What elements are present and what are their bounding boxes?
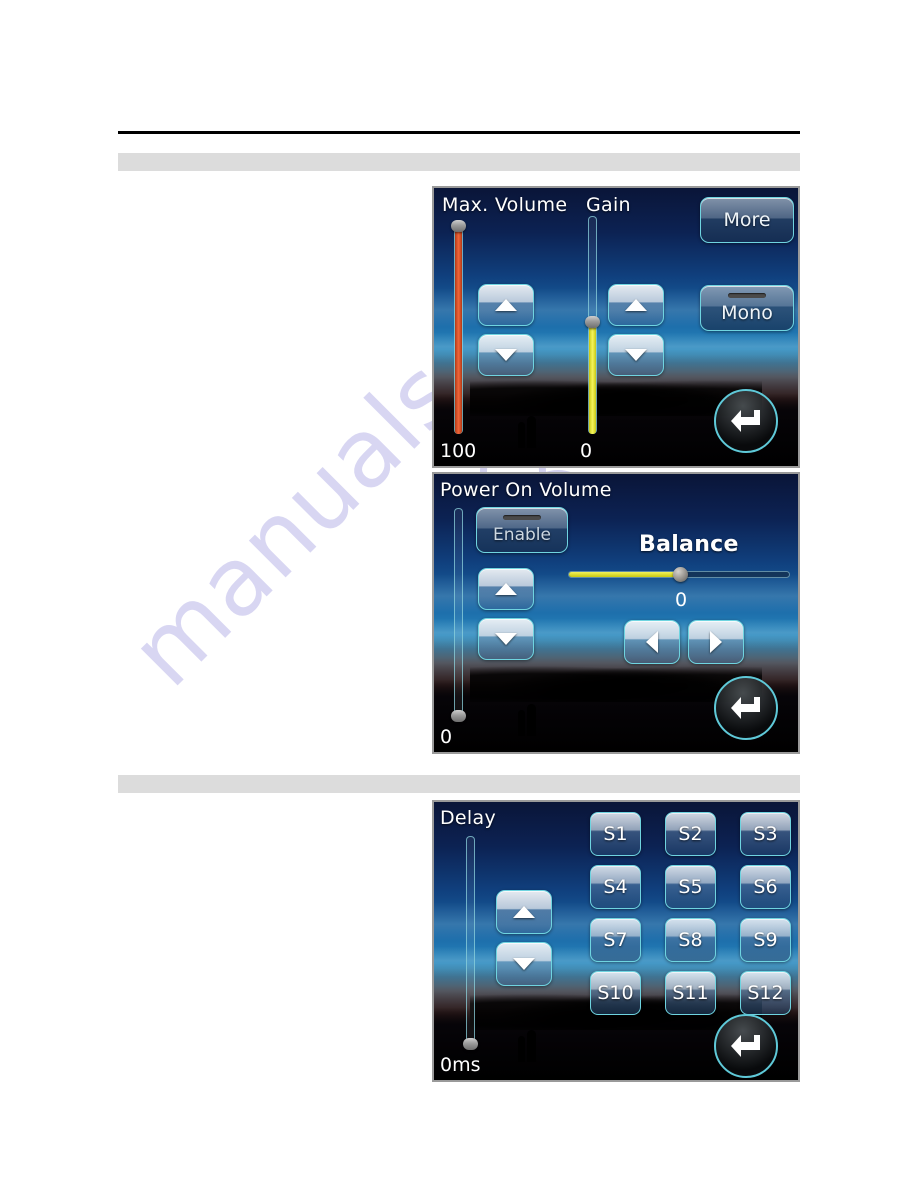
screenshot-power-on-volume: Power On Volume 0 Enable Balance 0 bbox=[432, 472, 800, 754]
back-button[interactable] bbox=[714, 389, 778, 453]
max-volume-slider-fill bbox=[454, 228, 462, 434]
power-on-volume-up-button[interactable] bbox=[478, 568, 534, 610]
rock-spire-decor bbox=[527, 416, 536, 448]
screenshot-delay: Delay 0ms S1 S2 S3 S4 S5 S6 S7 S8 S9 S10… bbox=[432, 800, 800, 1082]
balance-slider[interactable] bbox=[568, 566, 790, 582]
arrow-right-icon bbox=[710, 631, 722, 653]
arrow-down-icon bbox=[625, 349, 647, 361]
enable-button[interactable]: Enable bbox=[476, 507, 568, 553]
arrow-down-icon bbox=[495, 633, 517, 645]
speaker-button-label: S8 bbox=[678, 929, 703, 951]
rock-spire-decor bbox=[518, 1036, 525, 1062]
speaker-button-s8[interactable]: S8 bbox=[665, 918, 716, 962]
delay-down-button[interactable] bbox=[496, 942, 552, 986]
max-volume-slider[interactable] bbox=[448, 220, 468, 434]
balance-value: 0 bbox=[675, 589, 688, 611]
gain-value: 0 bbox=[580, 440, 593, 462]
power-on-volume-slider-track bbox=[453, 508, 463, 720]
more-button-label: More bbox=[723, 209, 771, 231]
power-on-volume-slider-knob[interactable] bbox=[450, 710, 466, 722]
back-arrow-icon bbox=[731, 697, 760, 719]
section-bar-audio-settings bbox=[118, 153, 800, 171]
speaker-button-label: S3 bbox=[753, 823, 778, 845]
screenshot-max-volume-gain: Max. Volume Gain 100 0 More Mono bbox=[432, 186, 800, 468]
max-volume-slider-knob[interactable] bbox=[450, 220, 466, 232]
delay-title: Delay bbox=[440, 807, 496, 829]
balance-slider-fill bbox=[569, 571, 677, 577]
gain-slider-fill bbox=[588, 322, 596, 434]
speaker-button-s11[interactable]: S11 bbox=[665, 971, 716, 1015]
back-arrow-icon bbox=[731, 1035, 760, 1057]
speaker-button-label: S11 bbox=[672, 982, 709, 1004]
delay-slider[interactable] bbox=[460, 836, 480, 1050]
power-on-volume-slider[interactable] bbox=[448, 508, 468, 722]
delay-up-button[interactable] bbox=[496, 890, 552, 934]
speaker-button-s3[interactable]: S3 bbox=[740, 812, 791, 856]
delay-slider-track bbox=[465, 836, 475, 1048]
speaker-button-s12[interactable]: S12 bbox=[740, 971, 791, 1015]
speaker-button-s5[interactable]: S5 bbox=[665, 865, 716, 909]
speaker-button-s9[interactable]: S9 bbox=[740, 918, 791, 962]
balance-label: Balance bbox=[639, 532, 739, 557]
back-button[interactable] bbox=[714, 1014, 778, 1078]
arrow-down-icon bbox=[495, 349, 517, 361]
power-on-volume-value: 0 bbox=[440, 726, 453, 748]
arrow-down-icon bbox=[513, 958, 535, 970]
arrow-up-icon bbox=[495, 299, 517, 311]
gain-label: Gain bbox=[586, 194, 631, 216]
arrow-up-icon bbox=[513, 906, 535, 918]
speaker-button-s10[interactable]: S10 bbox=[590, 971, 641, 1015]
speaker-button-label: S1 bbox=[603, 823, 628, 845]
max-volume-value: 100 bbox=[440, 440, 477, 462]
arrow-left-icon bbox=[646, 631, 658, 653]
gain-slider[interactable] bbox=[582, 216, 602, 434]
back-button[interactable] bbox=[714, 676, 778, 740]
gain-up-button[interactable] bbox=[608, 284, 664, 326]
rock-spire-decor bbox=[518, 710, 525, 736]
speaker-button-label: S2 bbox=[678, 823, 703, 845]
arrow-up-icon bbox=[625, 299, 647, 311]
header-rule bbox=[118, 131, 800, 134]
max-volume-label: Max. Volume bbox=[442, 194, 568, 216]
rock-spire-decor bbox=[518, 422, 525, 448]
speaker-button-label: S5 bbox=[678, 876, 703, 898]
watermark-text: manuals bbox=[110, 338, 480, 708]
rock-spire-decor bbox=[527, 704, 536, 736]
speaker-button-label: S4 bbox=[603, 876, 628, 898]
delay-value: 0ms bbox=[440, 1054, 481, 1076]
max-volume-up-button[interactable] bbox=[478, 284, 534, 326]
gain-down-button[interactable] bbox=[608, 334, 664, 376]
mono-button[interactable]: Mono bbox=[700, 285, 794, 331]
speaker-button-s1[interactable]: S1 bbox=[590, 812, 641, 856]
speaker-button-s6[interactable]: S6 bbox=[740, 865, 791, 909]
speaker-button-label: S7 bbox=[603, 929, 628, 951]
toggle-indicator-icon bbox=[728, 293, 766, 298]
speaker-button-label: S10 bbox=[597, 982, 634, 1004]
back-arrow-icon bbox=[731, 410, 760, 432]
toggle-indicator-icon bbox=[503, 515, 541, 520]
speaker-button-label: S6 bbox=[753, 876, 778, 898]
section-bar-delay-settings bbox=[118, 775, 800, 793]
power-on-volume-title: Power On Volume bbox=[440, 479, 612, 501]
enable-button-label: Enable bbox=[493, 524, 551, 545]
delay-slider-knob[interactable] bbox=[462, 1038, 478, 1050]
power-on-volume-down-button[interactable] bbox=[478, 618, 534, 660]
speaker-button-label: S9 bbox=[753, 929, 778, 951]
balance-slider-knob[interactable] bbox=[672, 566, 688, 582]
rock-spire-decor bbox=[527, 1030, 536, 1062]
mono-button-label: Mono bbox=[721, 301, 773, 324]
gain-slider-knob[interactable] bbox=[584, 316, 600, 328]
speaker-button-s2[interactable]: S2 bbox=[665, 812, 716, 856]
more-button[interactable]: More bbox=[700, 197, 794, 243]
manual-page: manuals Max. Volume Gain 100 0 More Mono… bbox=[0, 0, 918, 1188]
arrow-up-icon bbox=[495, 583, 517, 595]
balance-right-button[interactable] bbox=[688, 620, 744, 664]
max-volume-down-button[interactable] bbox=[478, 334, 534, 376]
speaker-button-label: S12 bbox=[747, 982, 784, 1004]
speaker-button-s4[interactable]: S4 bbox=[590, 865, 641, 909]
balance-left-button[interactable] bbox=[624, 620, 680, 664]
speaker-button-s7[interactable]: S7 bbox=[590, 918, 641, 962]
